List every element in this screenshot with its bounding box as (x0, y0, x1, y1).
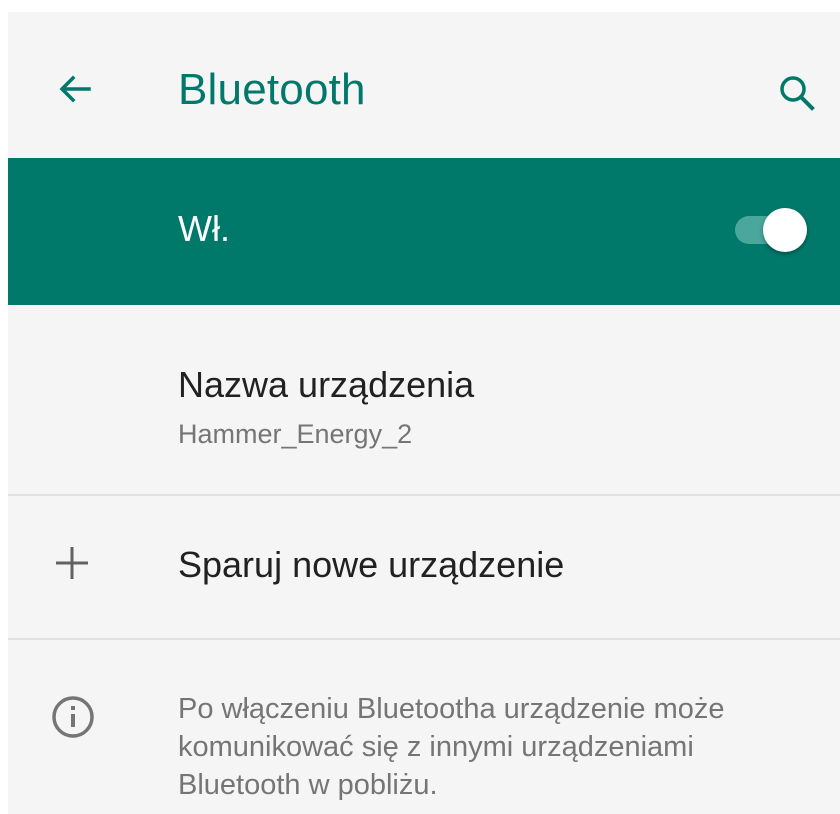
bluetooth-settings-screen: Bluetooth Wł. Nazwa urządzenia Hammer_En… (8, 12, 840, 814)
page-title: Bluetooth (178, 65, 366, 114)
switch-label: Wł. (178, 208, 230, 249)
arrow-back-icon (59, 75, 91, 103)
bluetooth-master-switch-bar[interactable]: Wł. (8, 158, 840, 305)
info-icon (52, 696, 94, 738)
back-button[interactable] (48, 62, 102, 116)
divider (8, 494, 840, 496)
bluetooth-toggle[interactable] (733, 206, 813, 254)
info-footer: Po włączeniu Bluetootha urządzenie może … (8, 640, 840, 814)
device-name-title: Nazwa urządzenia (178, 364, 475, 405)
toggle-thumb (763, 208, 807, 252)
search-button[interactable] (770, 66, 824, 120)
search-icon (780, 76, 815, 111)
pair-new-device-row[interactable]: Sparuj nowe urządzenie (8, 497, 840, 637)
info-text: Po włączeniu Bluetootha urządzenie może … (178, 693, 725, 801)
plus-icon (56, 547, 88, 579)
app-bar: Bluetooth (8, 12, 840, 158)
device-name-row[interactable]: Nazwa urządzenia Hammer_Energy_2 (8, 305, 840, 495)
pair-new-device-label: Sparuj nowe urządzenie (178, 544, 565, 585)
device-name-value: Hammer_Energy_2 (178, 419, 413, 449)
